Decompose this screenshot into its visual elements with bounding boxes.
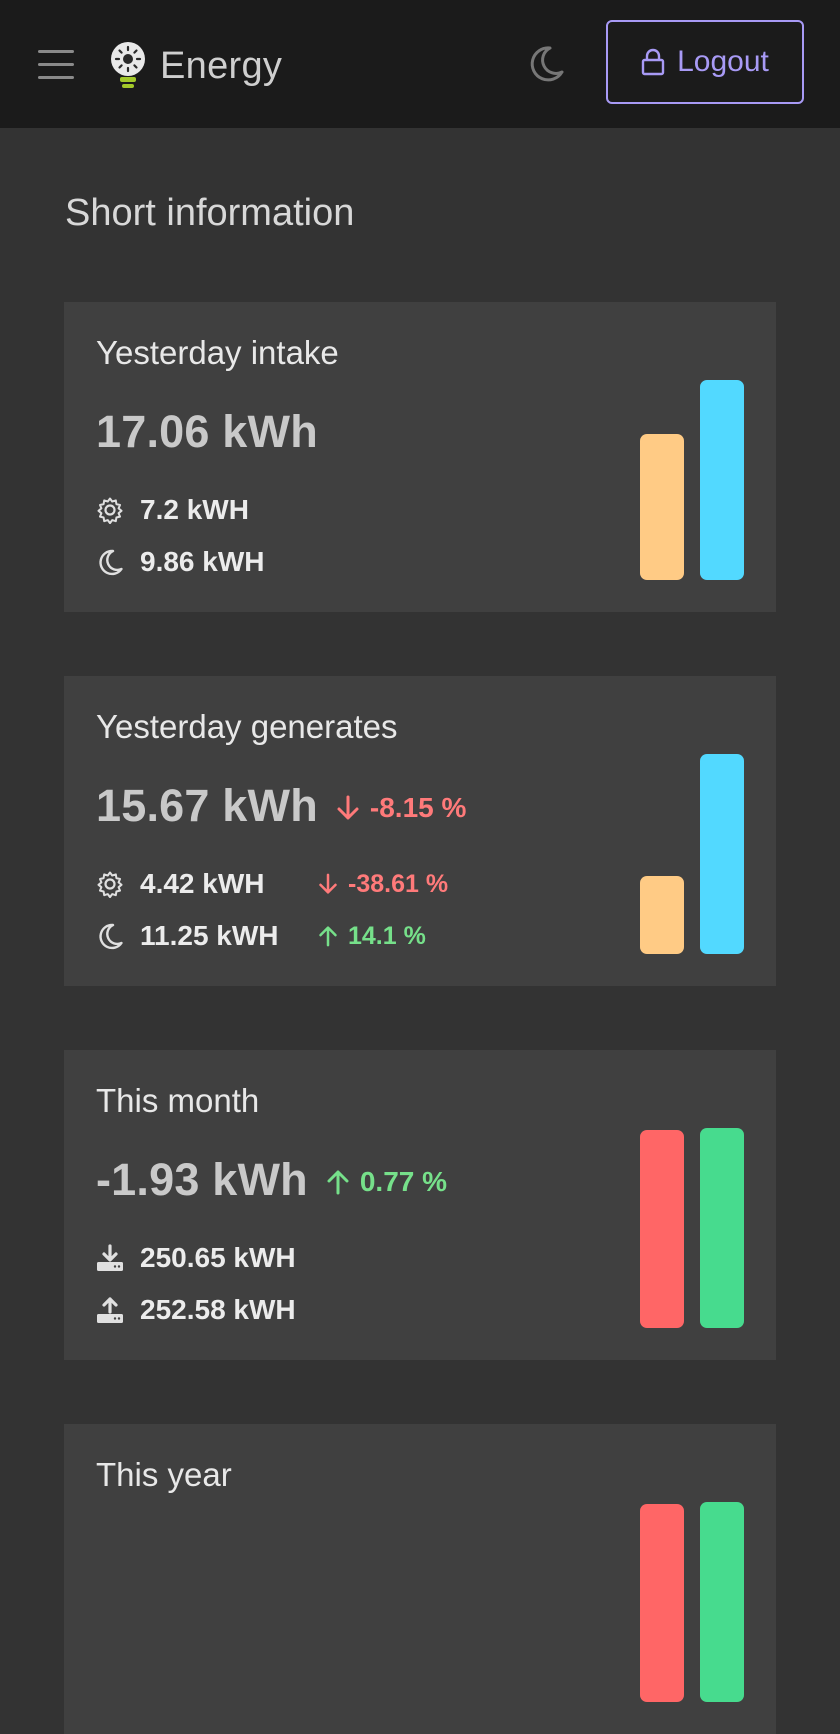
gear-icon: [96, 496, 124, 524]
hamburger-menu-icon[interactable]: [38, 50, 74, 80]
gear-icon: [96, 870, 124, 898]
bar-night: [700, 380, 744, 580]
day-row: 7.2 kWH: [96, 494, 249, 526]
hamburger-line: [38, 50, 74, 53]
night-row: 11.25 kWH 14.1 %: [96, 920, 426, 952]
brand[interactable]: Energy: [108, 40, 282, 92]
card-total: 17.06 kWh: [96, 406, 318, 457]
night-change-value: 14.1 %: [348, 921, 426, 950]
card-bars: [640, 1050, 744, 1360]
moon-icon: [96, 922, 124, 950]
card-bars: [640, 302, 744, 612]
total-change-value: -8.15 %: [369, 792, 467, 823]
intake-row: 250.65 kWH: [96, 1242, 296, 1274]
day-value: 4.42 kWH: [140, 868, 265, 899]
brand-title: Energy: [160, 44, 283, 87]
night-value: 11.25 kWH: [140, 920, 279, 951]
card-total: -1.93 kWh: [96, 1154, 308, 1205]
navbar: Energy Logout: [0, 0, 840, 128]
arrow-up-icon: [319, 926, 337, 947]
total-change-value: 0.77 %: [359, 1166, 448, 1197]
card-title: Yesterday generates: [96, 708, 398, 745]
bar-intake: [640, 1504, 684, 1702]
day-row: 4.42 kWH -38.61 %: [96, 868, 448, 900]
section-title: Short information: [65, 192, 355, 234]
bar-output: [700, 1128, 744, 1328]
day-change-value: -38.61 %: [348, 869, 449, 898]
card-yesterday-intake: Yesterday intake 17.06 kWh 7.2 kWH 9.86 …: [64, 302, 776, 612]
night-value: 9.86 kWH: [140, 546, 265, 577]
output-row: 252.58 kWH: [96, 1294, 296, 1326]
card-bars: [640, 676, 744, 986]
card-total-row: 15.67 kWh -8.15 %: [96, 780, 466, 832]
card-this-year: This year: [64, 1424, 776, 1734]
day-change: -38.61 %: [318, 870, 448, 899]
logout-label: Logout: [677, 45, 769, 78]
bar-intake: [640, 1130, 684, 1328]
card-title: This month: [96, 1082, 260, 1119]
card-total: 15.67 kWh: [96, 780, 318, 831]
upload-icon: [96, 1296, 124, 1324]
card-yesterday-generates: Yesterday generates 15.67 kWh -8.15 % 4.…: [64, 676, 776, 986]
bar-day: [640, 876, 684, 954]
hamburger-line: [38, 76, 74, 79]
arrow-up-icon: [327, 1170, 349, 1195]
arrow-down-icon: [319, 873, 337, 894]
lightbulb-sun-icon: [111, 42, 145, 88]
night-row: 9.86 kWH: [96, 546, 265, 578]
arrow-down-icon: [337, 795, 359, 820]
bar-day: [640, 434, 684, 580]
card-title: Yesterday intake: [96, 334, 339, 371]
card-bars: [640, 1424, 744, 1734]
card-title: This year: [96, 1456, 232, 1493]
logout-button[interactable]: Logout: [606, 20, 804, 104]
hamburger-line: [38, 63, 74, 66]
output-value: 252.58 kWH: [140, 1294, 296, 1325]
day-value: 7.2 kWH: [140, 494, 249, 525]
card-total-row: 17.06 kWh: [96, 406, 318, 458]
download-icon: [96, 1244, 124, 1272]
total-change: 0.77 %: [326, 1166, 447, 1198]
bar-night: [700, 754, 744, 954]
moon-icon: [96, 548, 124, 576]
intake-value: 250.65 kWH: [140, 1242, 296, 1273]
moon-icon[interactable]: [526, 44, 566, 84]
total-change: -8.15 %: [336, 792, 467, 824]
lock-icon: [641, 48, 665, 76]
card-total-row: -1.93 kWh 0.77 %: [96, 1154, 447, 1206]
night-change: 14.1 %: [318, 922, 426, 951]
bar-output: [700, 1502, 744, 1702]
card-this-month: This month -1.93 kWh 0.77 % 250.65 kWH 2…: [64, 1050, 776, 1360]
